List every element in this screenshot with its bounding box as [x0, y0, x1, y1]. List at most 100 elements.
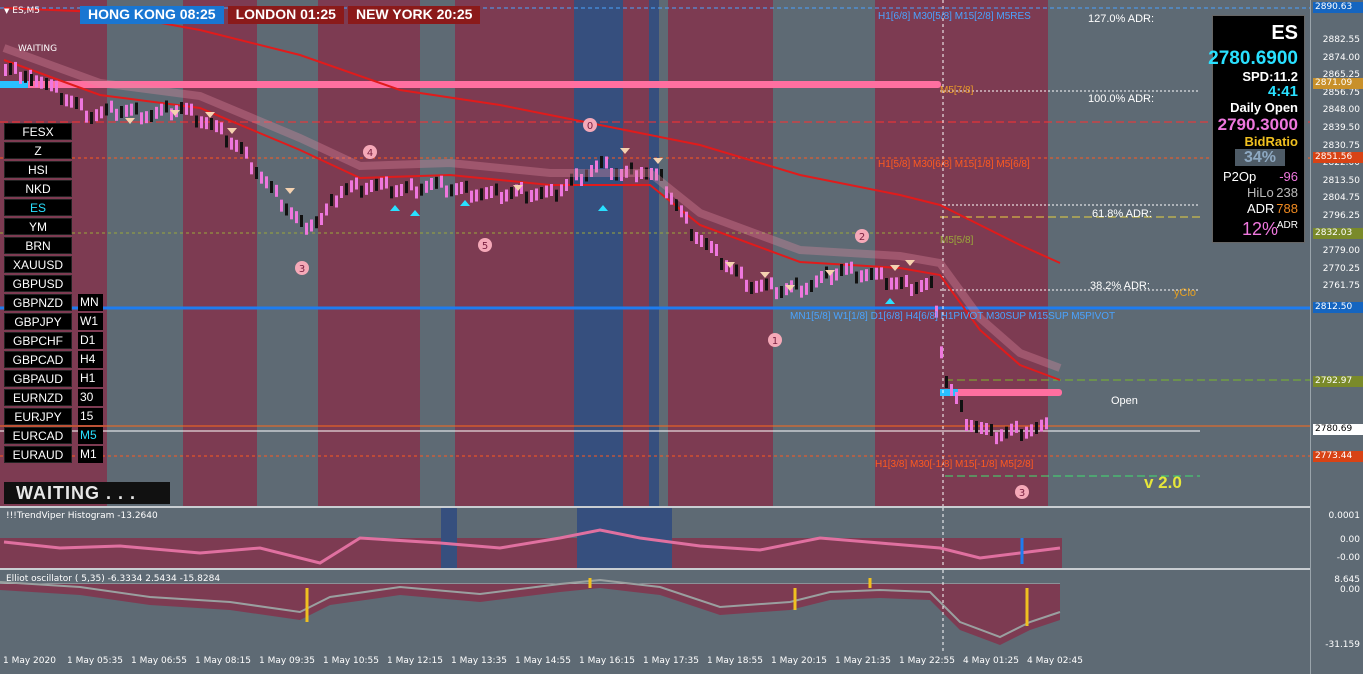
price-tick-label: 2856.75 [1322, 87, 1360, 98]
main-chart[interactable]: 3 4 5 0 1 2 3 ▼ ES,M5 WAITING HONG KONG 08:25 … [0, 0, 1310, 506]
symbol-button-gbpcad[interactable]: GBPCAD [4, 351, 72, 368]
candle [435, 176, 438, 189]
info-price: 2780.6900 [1208, 48, 1298, 69]
candle [65, 94, 68, 107]
candle [24, 70, 27, 83]
adr-100-label: 100.0% ADR: [1088, 93, 1155, 105]
price-tick-label: 2804.75 [1322, 193, 1360, 204]
price-tick-label: 2770.25 [1322, 263, 1360, 274]
candle [110, 100, 113, 113]
symbol-button-eurjpy[interactable]: EURJPY [4, 408, 72, 425]
candle [415, 186, 418, 199]
candle [290, 207, 293, 220]
candle [90, 112, 93, 124]
candle [190, 103, 193, 116]
symbol-button-gbpusd[interactable]: GBPUSD [4, 275, 72, 292]
symbol-button-gbpaud[interactable]: GBPAUD [4, 370, 72, 387]
symbol-button-xauusd[interactable]: XAUUSD [4, 256, 72, 273]
candle [820, 271, 823, 283]
symbol-button-euraud[interactable]: EURAUD [4, 446, 72, 463]
price-tick-label: 2761.75 [1322, 281, 1360, 292]
candle [460, 182, 463, 194]
open-label: Open [1111, 395, 1138, 407]
info-bidratio: 34% [1235, 149, 1285, 166]
candle [385, 176, 388, 189]
candle [685, 211, 688, 224]
timeframe-button-m5[interactable]: M5 [78, 427, 103, 444]
candle [285, 203, 288, 216]
symbol-button-eurnzd[interactable]: EURNZD [4, 389, 72, 406]
timeframe-button-mn[interactable]: MN [78, 294, 103, 311]
price-axis[interactable]: 2882.55 2874.00 2865.25 2856.75 2848.00 2839.… [1310, 0, 1363, 674]
candle [395, 185, 398, 198]
symbol-button-brn[interactable]: BRN [4, 237, 72, 254]
candle [555, 189, 558, 202]
histogram-svg [0, 508, 1062, 568]
wave-label: 2 [859, 232, 865, 243]
symbol-button-fesx[interactable]: FESX [4, 123, 72, 140]
time-tick-label: 1 May 13:35 [451, 656, 507, 666]
candle [330, 194, 333, 206]
candle [815, 275, 818, 288]
price-tick-label: 2813.50 [1322, 175, 1360, 186]
symbol-button-gbpnzd[interactable]: GBPNZD [4, 294, 72, 311]
waiting-small-label: WAITING [18, 44, 58, 54]
timeframe-button-w1[interactable]: W1 [78, 313, 103, 330]
time-tick-label: 1 May 20:15 [771, 656, 827, 666]
symbol-button-nkd[interactable]: NKD [4, 180, 72, 197]
symbol-button-es[interactable]: ES [4, 199, 72, 216]
symbol-button-ym[interactable]: YM [4, 218, 72, 235]
candle [315, 216, 318, 229]
time-tick-label: 1 May 21:35 [835, 656, 891, 666]
time-tick-label: 4 May 01:25 [963, 656, 1019, 666]
candle [510, 187, 513, 199]
candle [1025, 426, 1028, 439]
price-tag: 2773.44 [1313, 451, 1363, 462]
timeframe-button-h4[interactable]: H4 [78, 351, 103, 368]
histogram-panel[interactable]: !!!TrendViper Histogram -13.2640 [0, 508, 1310, 568]
symbol-button-eurcad[interactable]: EURCAD [4, 427, 72, 444]
symbol-button-hsi[interactable]: HSI [4, 161, 72, 178]
timeframe-button-h1[interactable]: H1 [78, 370, 103, 387]
price-tag: 2780.69 [1313, 424, 1363, 435]
candle [895, 277, 898, 290]
candle [1045, 417, 1048, 430]
candle [305, 222, 308, 235]
symbol-button-z[interactable]: Z [4, 142, 72, 159]
candle [900, 277, 903, 289]
timeframe-button-m1[interactable]: M1 [78, 446, 103, 463]
histogram-tick-label: 0.0001 [1328, 511, 1361, 521]
chart-title-text: ES,M5 [12, 6, 41, 16]
candle [40, 76, 43, 89]
candle [735, 264, 738, 277]
price-tag: 2812.50 [1313, 302, 1363, 313]
candle [745, 279, 748, 292]
symbol-button-gbpjpy[interactable]: GBPJPY [4, 313, 72, 330]
candle [530, 190, 533, 202]
candle [800, 285, 803, 298]
candle [390, 186, 393, 199]
info-daily-open-label: Daily Open [1230, 100, 1298, 115]
timeframe-button-15[interactable]: 15 [78, 408, 103, 425]
candle [915, 282, 918, 294]
time-axis: 1 May 2020 1 May 05:35 1 May 06:55 1 May 08… [0, 652, 1310, 672]
histogram-tick-label: -0.00 [1336, 553, 1360, 563]
symbol-button-gbpchf[interactable]: GBPCHF [4, 332, 72, 349]
price-tick-label: 2848.00 [1322, 105, 1360, 116]
elliot-panel[interactable]: Elliot oscillator ( 5,35) -6.3334 2.5434… [0, 570, 1310, 652]
candle [350, 180, 353, 193]
candle [240, 142, 243, 154]
timeframe-button-30[interactable]: 30 [78, 389, 103, 406]
candle [550, 184, 553, 196]
candle [475, 189, 478, 202]
info-spread: SPD:11.2 [1242, 69, 1298, 84]
candle [705, 238, 708, 250]
candle [120, 106, 123, 118]
candle [835, 268, 838, 281]
candle [1015, 420, 1018, 433]
adr-127-label: 127.0% ADR: [1088, 13, 1155, 25]
level-label-h1-68: H1[6/8] M30[5/8] M15[2/8] M5RES [878, 11, 1031, 22]
level-label-m5-58: M5[5/8] [940, 235, 974, 246]
timeframe-button-d1[interactable]: D1 [78, 332, 103, 349]
session-band [203, 0, 257, 506]
